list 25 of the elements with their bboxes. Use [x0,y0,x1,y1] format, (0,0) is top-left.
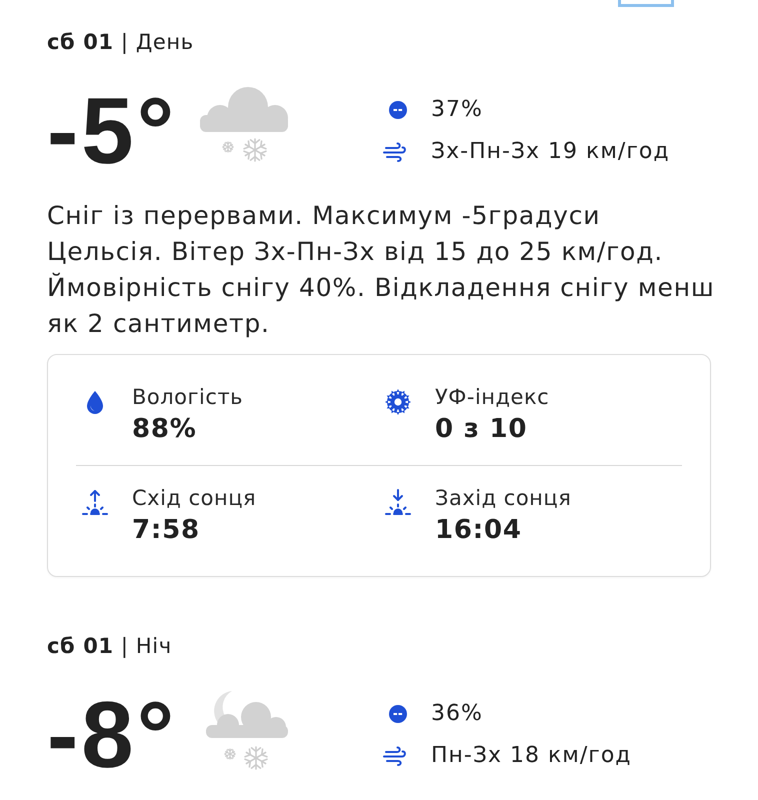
period-title: сб 01 | День [47,29,195,55]
temperature: -5° [47,85,178,177]
wind-icon [383,142,407,162]
detail-label: Захід сонця [435,485,572,511]
precipitation-chance: 36% [431,701,483,727]
sunrise-icon [81,489,109,517]
sunset-icon [384,489,412,517]
detail-label: Вологість [132,384,244,410]
detail-value: 0 з 10 [435,414,528,444]
wind-reading: Пн-Зх 18 км/год [431,743,632,769]
sun-icon [384,388,412,416]
detail-label: УФ-індекс [435,384,550,410]
outlined-frame [618,0,674,7]
period-title: сб 01 | Ніч [47,633,173,659]
detail-value: 88% [132,414,198,444]
detail-value: 16:04 [435,515,523,545]
wind-icon [383,746,407,766]
dash-circle-icon [389,705,407,723]
wind-reading: Зх-Пн-Зх 19 км/год [431,139,670,165]
forecast-description: Сніг із перервами. Максимум -5градуси Цельсія. Вітер Зх-Пн-Зх від 15 до 25 км/год. Ймовірність снігу 40%. Відкладення снігу менш як 2 сантиметр. [47,200,716,340]
precipitation-chance: 37% [431,97,483,123]
dash-circle-icon [389,101,407,119]
detail-value: 7:58 [132,515,201,545]
temperature: -8° [47,689,178,781]
detail-label: Схід сонця [132,485,256,511]
